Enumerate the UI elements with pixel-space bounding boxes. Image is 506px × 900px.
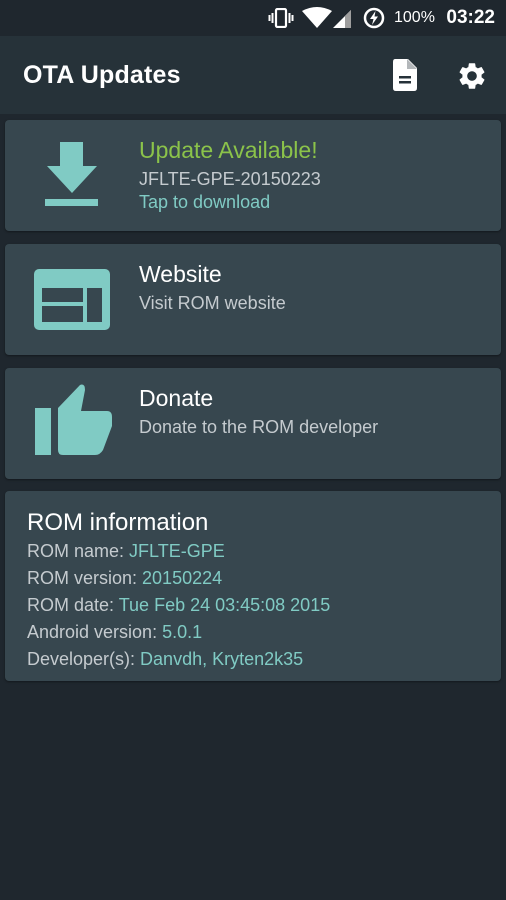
update-card[interactable]: Update Available! JFLTE-GPE-20150223 Tap… (5, 120, 501, 231)
thumb-up-icon (35, 384, 112, 455)
changelog-document-icon[interactable] (392, 59, 418, 91)
rom-date-row: ROM date: Tue Feb 24 03:45:08 2015 (27, 595, 330, 616)
wifi-icon (302, 7, 332, 28)
rom-info-card: ROM information ROM name: JFLTE-GPE ROM … (5, 491, 501, 681)
donate-title: Donate (139, 385, 214, 411)
rom-date-value: Tue Feb 24 03:45:08 2015 (118, 595, 331, 615)
rom-version-value: 20150224 (142, 568, 223, 588)
update-version: JFLTE-GPE-20150223 (139, 169, 321, 189)
app-bar: OTA Updates (0, 36, 506, 114)
developers-label: Developer(s): (27, 649, 141, 669)
battery-charging-icon (363, 7, 385, 29)
rom-name-label: ROM name: (27, 541, 130, 561)
android-version-row: Android version: 5.0.1 (27, 622, 202, 643)
donate-subtitle: Donate to the ROM developer (139, 417, 379, 437)
app-title: OTA Updates (23, 61, 181, 89)
website-subtitle: Visit ROM website (139, 293, 286, 313)
web-icon (34, 269, 110, 330)
developers-row: Developer(s): Danvdh, Kryten2k35 (27, 649, 303, 670)
website-title: Website (139, 261, 222, 287)
developers-value: Danvdh, Kryten2k35 (140, 649, 304, 669)
status-bar: 100% 03:22 (0, 0, 506, 36)
rom-version-row: ROM version: 20150224 (27, 568, 222, 589)
donate-card[interactable]: Donate Donate to the ROM developer (5, 368, 501, 479)
cell-signal-icon (333, 10, 351, 28)
tap-to-download-link[interactable]: Tap to download (139, 192, 270, 213)
website-card[interactable]: Website Visit ROM website (5, 244, 501, 355)
settings-gear-icon[interactable] (456, 60, 488, 92)
rom-name-row: ROM name: JFLTE-GPE (27, 541, 225, 562)
rom-date-label: ROM date: (27, 595, 119, 615)
update-title: Update Available! (139, 137, 318, 163)
battery-percent: 100% (394, 9, 435, 26)
rom-version-label: ROM version: (27, 568, 143, 588)
android-version-label: Android version: (27, 622, 163, 642)
clock: 03:22 (446, 7, 495, 28)
rom-info-title: ROM information (27, 509, 209, 536)
download-icon (45, 142, 98, 206)
android-version-value: 5.0.1 (162, 622, 203, 642)
vibrate-icon (268, 8, 294, 28)
rom-name-value: JFLTE-GPE (129, 541, 225, 561)
